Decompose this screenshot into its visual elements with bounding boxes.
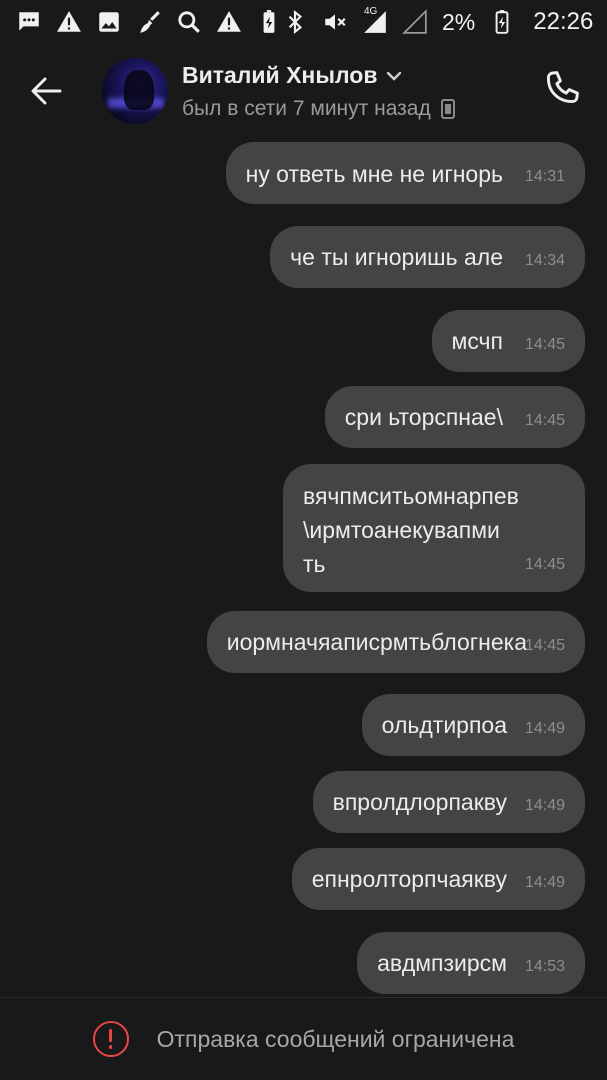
alert-circle-icon bbox=[92, 1021, 129, 1057]
message-bubble[interactable]: сри ьторспнае\ 14:45 bbox=[324, 386, 585, 448]
message-time: 14:45 bbox=[524, 412, 565, 429]
contact-status: был в сети 7 минут назад bbox=[182, 97, 455, 121]
message-time: 14:45 bbox=[524, 336, 565, 353]
message-bubble[interactable]: авдмпзирсм 14:53 bbox=[357, 932, 585, 994]
message-time: 14:45 bbox=[524, 637, 565, 654]
status-bar-left bbox=[16, 9, 282, 35]
message-time: 14:49 bbox=[524, 720, 565, 737]
chevron-down-icon bbox=[387, 71, 402, 81]
search-icon bbox=[176, 9, 202, 35]
message-bubble[interactable]: ольдтирпоа 14:49 bbox=[361, 694, 585, 756]
message-text-line: вячпмситьомнарпев bbox=[303, 483, 519, 509]
messages-icon bbox=[16, 9, 42, 35]
message-bubble[interactable]: иормначяаписрмтьблогнека 14:45 bbox=[206, 611, 585, 673]
message-text: епнролторпчаякву bbox=[311, 866, 507, 892]
battery-percent: 2% bbox=[442, 8, 476, 35]
message-bubble[interactable]: епнролторпчаякву 14:49 bbox=[291, 848, 585, 910]
message-text-line: \ирмтоанекувапми bbox=[303, 517, 500, 543]
message-bubble[interactable]: впролдлорпакву 14:49 bbox=[312, 771, 585, 833]
message-bubble[interactable]: вячпмситьомнарпев \ирмтоанекувапми ть 14… bbox=[283, 464, 585, 592]
message-bubble[interactable]: мсчп 14:45 bbox=[431, 310, 585, 372]
phone-call-icon[interactable] bbox=[540, 68, 584, 112]
message-bubble[interactable]: ну ответь мне не игнорь 14:31 bbox=[225, 142, 585, 204]
battery-icon bbox=[489, 9, 515, 35]
message-text: сри ьторспнае\ bbox=[344, 404, 503, 430]
mobile-device-icon bbox=[440, 99, 455, 119]
message-text: ну ответь мне не игнорь bbox=[245, 161, 503, 187]
back-arrow-icon[interactable] bbox=[26, 70, 68, 112]
message-text: авдмпзирсм bbox=[377, 950, 507, 976]
message-time: 14:31 bbox=[524, 168, 565, 185]
message-text: впролдлорпакву bbox=[332, 789, 507, 815]
contact-name-row[interactable]: Виталий Хнылов bbox=[182, 62, 403, 89]
message-time: 14:34 bbox=[524, 252, 565, 269]
signal-icon: 4G bbox=[362, 6, 388, 35]
battery-saver-icon bbox=[256, 9, 282, 35]
restriction-text: Отправка сообщений ограничена bbox=[156, 1025, 515, 1052]
message-time: 14:53 bbox=[524, 958, 565, 975]
warning-icon bbox=[216, 9, 242, 35]
contact-name: Виталий Хнылов bbox=[182, 62, 378, 88]
messaging-restricted-bar: Отправка сообщений ограничена bbox=[0, 997, 607, 1080]
status-bar-right: 4G 2% 22:26 bbox=[282, 6, 594, 36]
chat-header: Виталий Хнылов был в сети 7 минут назад bbox=[0, 44, 607, 136]
message-text: ольдтирпоа bbox=[381, 712, 507, 738]
message-time: 14:49 bbox=[524, 797, 565, 814]
status-bar: 4G 2% 22:26 bbox=[0, 0, 607, 44]
avatar[interactable] bbox=[102, 58, 168, 124]
broom-icon bbox=[136, 9, 162, 35]
last-seen-text: был в сети 7 минут назад bbox=[182, 97, 431, 120]
network-type-label: 4G bbox=[364, 6, 378, 17]
message-bubble[interactable]: че ты игноришь але 14:34 bbox=[270, 226, 585, 288]
message-time: 14:49 bbox=[524, 874, 565, 891]
message-text: мсчп bbox=[451, 328, 504, 354]
signal-empty-icon bbox=[402, 9, 428, 35]
image-icon bbox=[96, 9, 122, 35]
message-text: иормначяаписрмтьблогнека bbox=[226, 629, 527, 655]
message-text: че ты игноришь але bbox=[290, 244, 503, 270]
warning-icon bbox=[56, 9, 82, 35]
clock: 22:26 bbox=[533, 8, 594, 35]
message-time: 14:45 bbox=[524, 556, 565, 573]
bluetooth-icon bbox=[282, 9, 308, 35]
mute-icon bbox=[322, 9, 348, 35]
